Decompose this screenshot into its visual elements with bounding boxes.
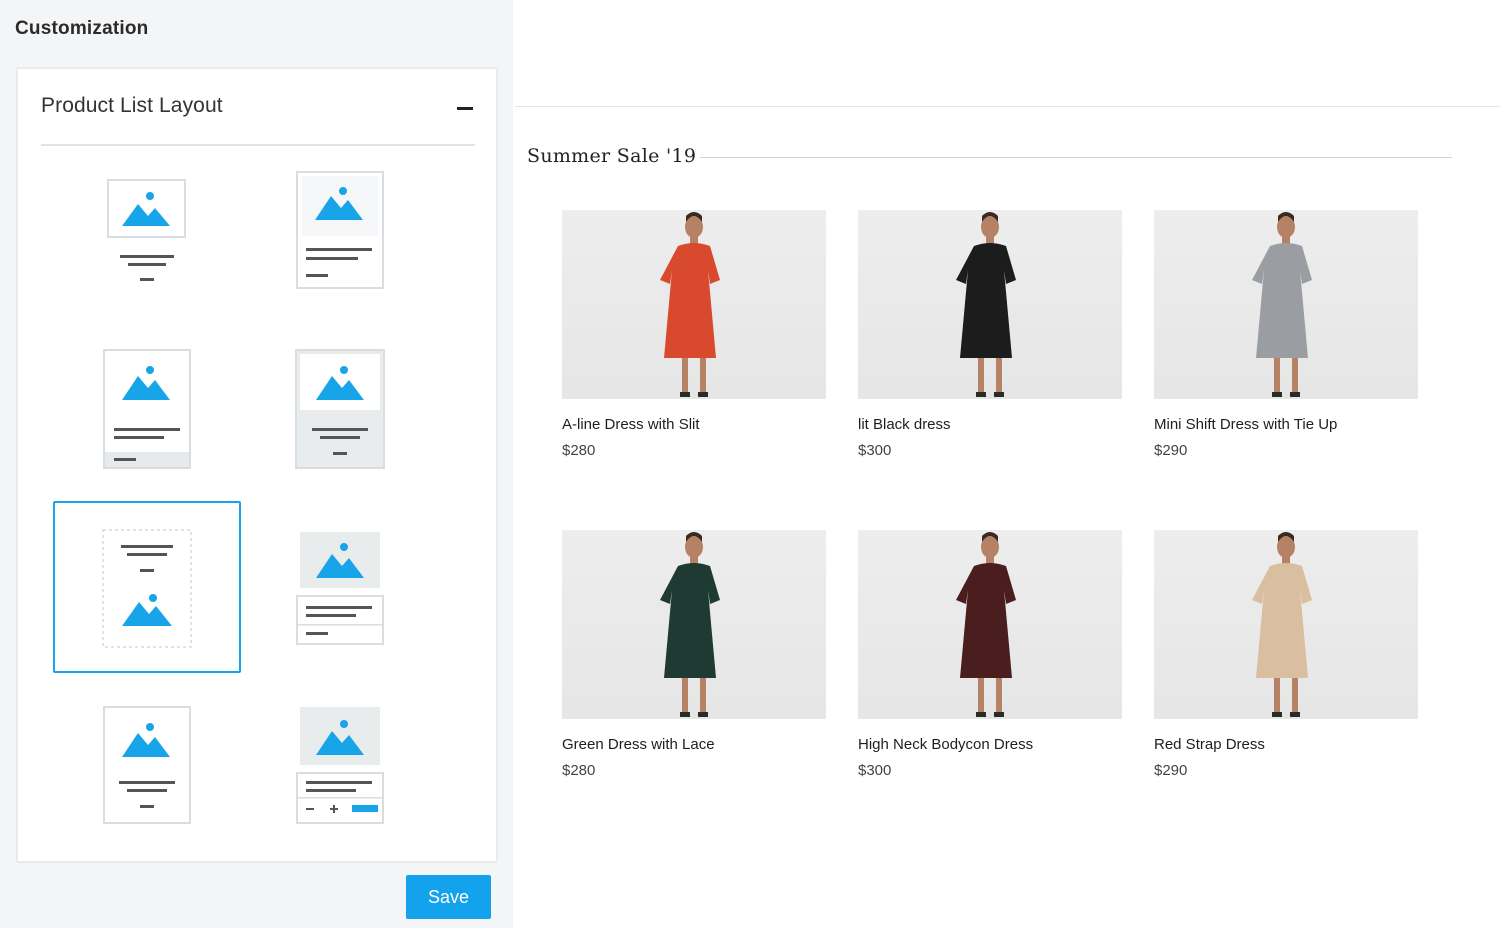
product-card[interactable]: lit Black dress $300 [858, 210, 1122, 470]
product-card[interactable]: Green Dress with Lace $280 [562, 530, 826, 790]
product-price: $280 [562, 762, 596, 779]
layout-thumbnail-2 [296, 171, 384, 289]
product-image[interactable] [858, 530, 1122, 719]
model-silhouette-icon [956, 212, 1016, 397]
product-price: $290 [1154, 762, 1188, 779]
layout-thumbnail-8 [296, 707, 384, 824]
product-name[interactable]: Mini Shift Dress with Tie Up [1154, 416, 1337, 433]
product-price: $300 [858, 442, 892, 459]
model-silhouette-icon [956, 532, 1016, 717]
product-image[interactable] [562, 210, 826, 399]
product-list-layout-panel: Product List Layout [16, 67, 498, 863]
layout-option-1[interactable] [100, 172, 195, 290]
product-image[interactable] [1154, 530, 1418, 719]
layout-option-3[interactable] [102, 348, 192, 470]
layout-option-7[interactable] [102, 705, 192, 827]
product-name[interactable]: A-line Dress with Slit [562, 416, 700, 433]
product-name[interactable]: lit Black dress [858, 416, 951, 433]
product-price: $280 [562, 442, 596, 459]
product-image[interactable] [858, 210, 1122, 399]
customization-sidebar: Customization Product List Layout Save [0, 0, 513, 928]
section-title: Summer Sale '19 [527, 145, 697, 167]
layout-thumbnail-6 [296, 532, 384, 645]
layout-option-6[interactable] [294, 528, 386, 648]
preview-header-bar [515, 0, 1500, 107]
model-silhouette-icon [1252, 212, 1312, 397]
product-price: $300 [858, 762, 892, 779]
minus-icon[interactable] [455, 96, 475, 120]
model-silhouette-icon [660, 212, 720, 397]
product-price: $290 [1154, 442, 1188, 459]
product-name[interactable]: High Neck Bodycon Dress [858, 736, 1033, 753]
product-image[interactable] [1154, 210, 1418, 399]
product-card[interactable]: High Neck Bodycon Dress $300 [858, 530, 1122, 790]
product-card[interactable]: A-line Dress with Slit $280 [562, 210, 826, 470]
product-image[interactable] [562, 530, 826, 719]
layout-option-2[interactable] [294, 170, 386, 292]
layout-thumbnail-7 [103, 706, 191, 824]
layout-thumbnail-5 [102, 529, 192, 648]
panel-title: Product List Layout [41, 94, 223, 117]
model-silhouette-icon [1252, 532, 1312, 717]
product-name[interactable]: Green Dress with Lace [562, 736, 715, 753]
layout-thumbnail-1 [107, 179, 186, 281]
save-button[interactable]: Save [406, 875, 491, 919]
layout-thumbnail-3 [103, 349, 191, 469]
model-silhouette-icon [660, 532, 720, 717]
layout-option-4[interactable] [294, 348, 386, 470]
product-card[interactable]: Red Strap Dress $290 [1154, 530, 1418, 790]
sidebar-title: Customization [15, 18, 149, 39]
layout-thumbnail-4 [295, 349, 385, 469]
product-name[interactable]: Red Strap Dress [1154, 736, 1265, 753]
section-divider [700, 157, 1452, 158]
panel-header: Product List Layout [41, 94, 475, 146]
product-card[interactable]: Mini Shift Dress with Tie Up $290 [1154, 210, 1418, 470]
layout-option-8[interactable] [294, 705, 386, 827]
layout-option-5-selected[interactable] [53, 501, 241, 673]
